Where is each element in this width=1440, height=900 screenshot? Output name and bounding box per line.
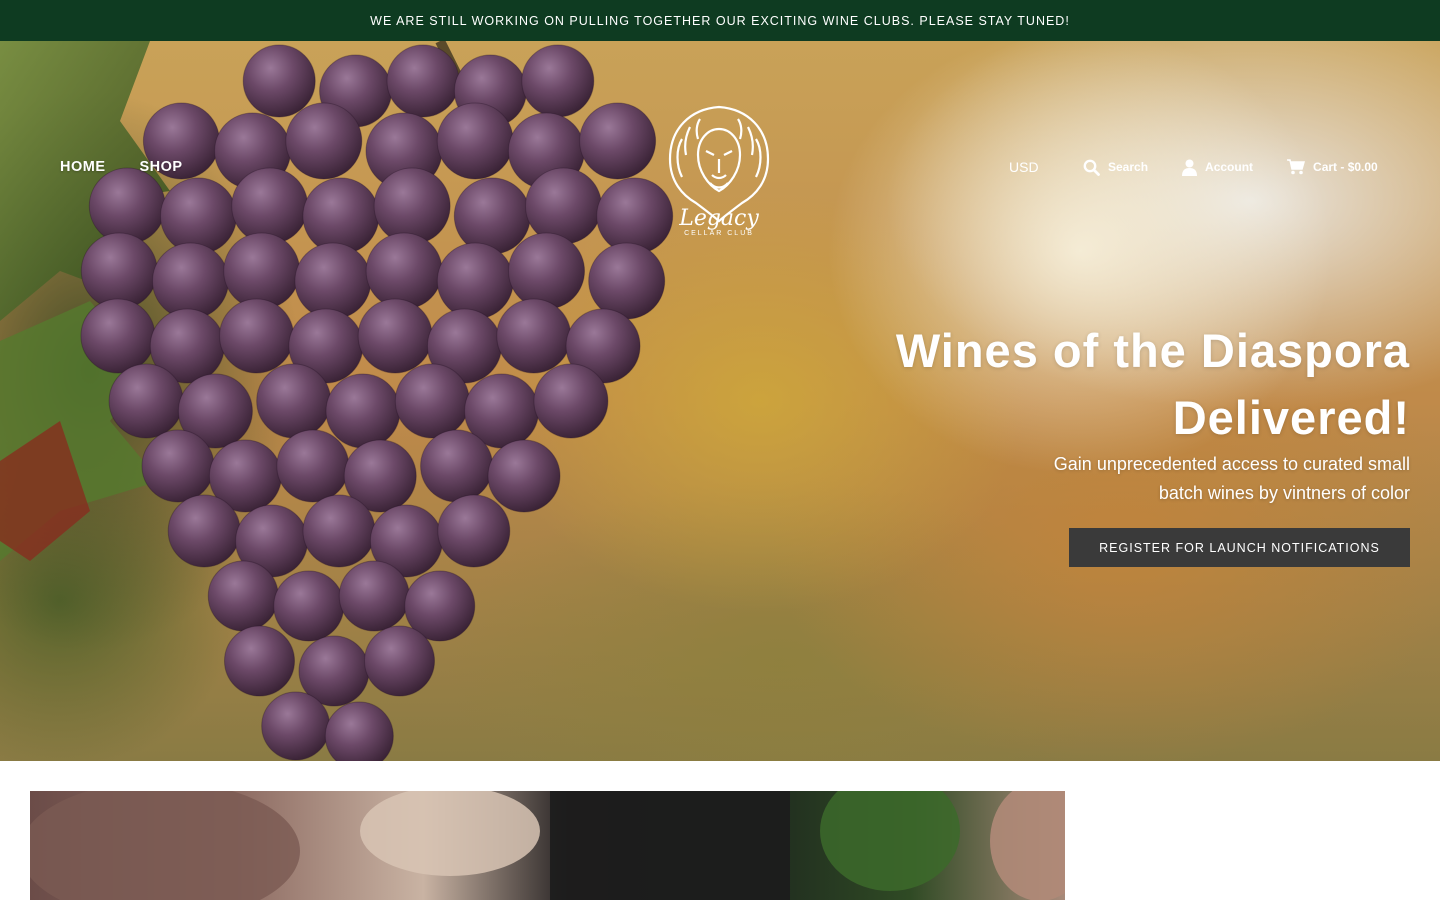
logo-script-text: Legacy bbox=[678, 206, 759, 231]
friends-toasting-image bbox=[30, 791, 1065, 900]
search-label: Search bbox=[1108, 160, 1149, 174]
search-button[interactable]: Search bbox=[1083, 159, 1148, 176]
cart-label: Cart - $0.00 bbox=[1313, 160, 1378, 174]
cart-icon bbox=[1287, 159, 1306, 175]
announcement-bar: WE ARE STILL WORKING ON PULLING TOGETHER… bbox=[0, 0, 1440, 41]
nav-home-link[interactable]: HOME bbox=[60, 159, 106, 175]
currency-selector[interactable]: USD bbox=[1009, 159, 1083, 175]
account-button[interactable]: Account bbox=[1182, 159, 1253, 176]
lion-crest-logo-icon: Legacy CELLAR CLUB bbox=[668, 105, 770, 237]
register-launch-button[interactable]: REGISTER FOR LAUNCH NOTIFICATIONS bbox=[1069, 528, 1410, 567]
search-icon bbox=[1083, 159, 1100, 176]
logo-sub-text: CELLAR CLUB bbox=[684, 230, 754, 237]
header-tools: USD Search Account Cart - $0.00 bbox=[1009, 157, 1378, 177]
account-label: Account bbox=[1205, 160, 1254, 174]
announcement-text: WE ARE STILL WORKING ON PULLING TOGETHER… bbox=[370, 13, 1070, 28]
hero-headline: Wines of the Diaspora Delivered! bbox=[895, 324, 1410, 444]
nav-shop-link[interactable]: SHOP bbox=[140, 159, 183, 175]
user-icon bbox=[1182, 159, 1198, 176]
cart-button[interactable]: Cart - $0.00 bbox=[1287, 159, 1378, 175]
hero-banner: HOME SHOP Legacy CELLAR CLUB USD Search … bbox=[0, 41, 1440, 761]
site-logo[interactable]: Legacy CELLAR CLUB bbox=[660, 99, 778, 239]
hero-subtext: Gain unprecedented access to curated sma… bbox=[1053, 454, 1410, 503]
main-nav: HOME SHOP bbox=[60, 159, 183, 175]
